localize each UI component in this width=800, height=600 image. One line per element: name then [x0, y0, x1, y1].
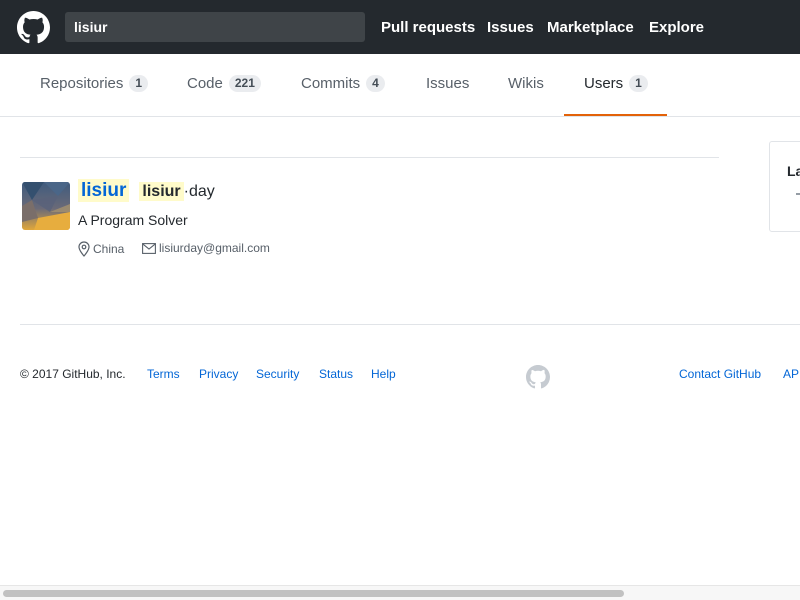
avatar[interactable] — [22, 182, 70, 230]
tab-label: Wikis — [508, 75, 544, 92]
user-email: lisiurday@gmail.com — [142, 241, 270, 255]
footer-copyright: © 2017 GitHub, Inc. — [20, 367, 126, 381]
user-bio: A Program Solver — [78, 212, 188, 228]
tab-wikis[interactable]: Wikis — [508, 75, 544, 92]
tab-counter: 221 — [228, 75, 261, 92]
selected-tab-underline — [564, 114, 667, 116]
footer-divider — [20, 324, 800, 325]
tab-issues[interactable]: Issues — [426, 75, 469, 92]
results-divider — [20, 157, 719, 158]
mail-icon — [142, 242, 156, 254]
tab-counter: 1 — [129, 75, 149, 92]
scrollbar-thumb[interactable] — [3, 590, 624, 597]
tab-label: Code — [187, 75, 223, 92]
tab-label: Repositories — [40, 75, 124, 92]
footer-link-privacy[interactable]: Privacy — [199, 367, 238, 381]
tab-label: Users — [584, 75, 624, 92]
horizontal-scrollbar[interactable] — [0, 585, 800, 600]
footer-link-status[interactable]: Status — [319, 367, 353, 381]
tab-counter: 1 — [629, 75, 648, 92]
user-login-link[interactable]: lisiur — [78, 179, 130, 202]
location-text: China — [93, 242, 125, 256]
search-input[interactable]: lisiur — [65, 12, 365, 42]
user-fullname: lisiur ·day — [139, 182, 215, 201]
nav-pull-requests[interactable]: Pull requests — [381, 19, 475, 36]
side-box-label: La — [787, 163, 800, 179]
tab-counter: 4 — [366, 75, 385, 92]
side-box-item[interactable] — [796, 193, 800, 195]
github-mark-icon[interactable] — [526, 365, 550, 389]
tab-label: Issues — [426, 75, 470, 92]
side-filter-box: La — [769, 141, 800, 232]
footer-link-security[interactable]: Security — [256, 367, 299, 381]
fullname-rest: ·day — [183, 183, 215, 200]
footer-link-terms[interactable]: Terms — [147, 367, 180, 381]
search-type-tabs: Repositories 1 Code 221 Commits 4 Issues Wi… — [0, 54, 800, 117]
tab-label: Commits — [301, 75, 361, 92]
nav-issues[interactable]: Issues — [487, 19, 534, 36]
nav-marketplace[interactable]: Marketplace — [547, 19, 634, 36]
footer-link-help[interactable]: Help — [371, 367, 396, 381]
footer-link-contact[interactable]: Contact GitHub — [679, 367, 761, 381]
footer-link-api[interactable]: API — [783, 367, 800, 381]
tab-users[interactable]: Users 1 — [584, 75, 648, 92]
nav-explore[interactable]: Explore — [649, 19, 704, 36]
fullname-highlight: lisiur — [139, 182, 184, 201]
tab-repositories[interactable]: Repositories 1 — [40, 75, 149, 92]
tab-commits[interactable]: Commits 4 — [301, 75, 385, 92]
github-logo-icon[interactable] — [17, 11, 50, 44]
user-name-line: lisiur lisiur ·day — [78, 179, 215, 204]
user-location: China — [78, 241, 124, 257]
tab-code[interactable]: Code 221 — [187, 75, 261, 92]
site-header: lisiur Pull requests Issues Marketplace … — [0, 0, 800, 54]
email-link[interactable]: lisiurday@gmail.com — [159, 241, 270, 255]
location-icon — [78, 241, 90, 257]
